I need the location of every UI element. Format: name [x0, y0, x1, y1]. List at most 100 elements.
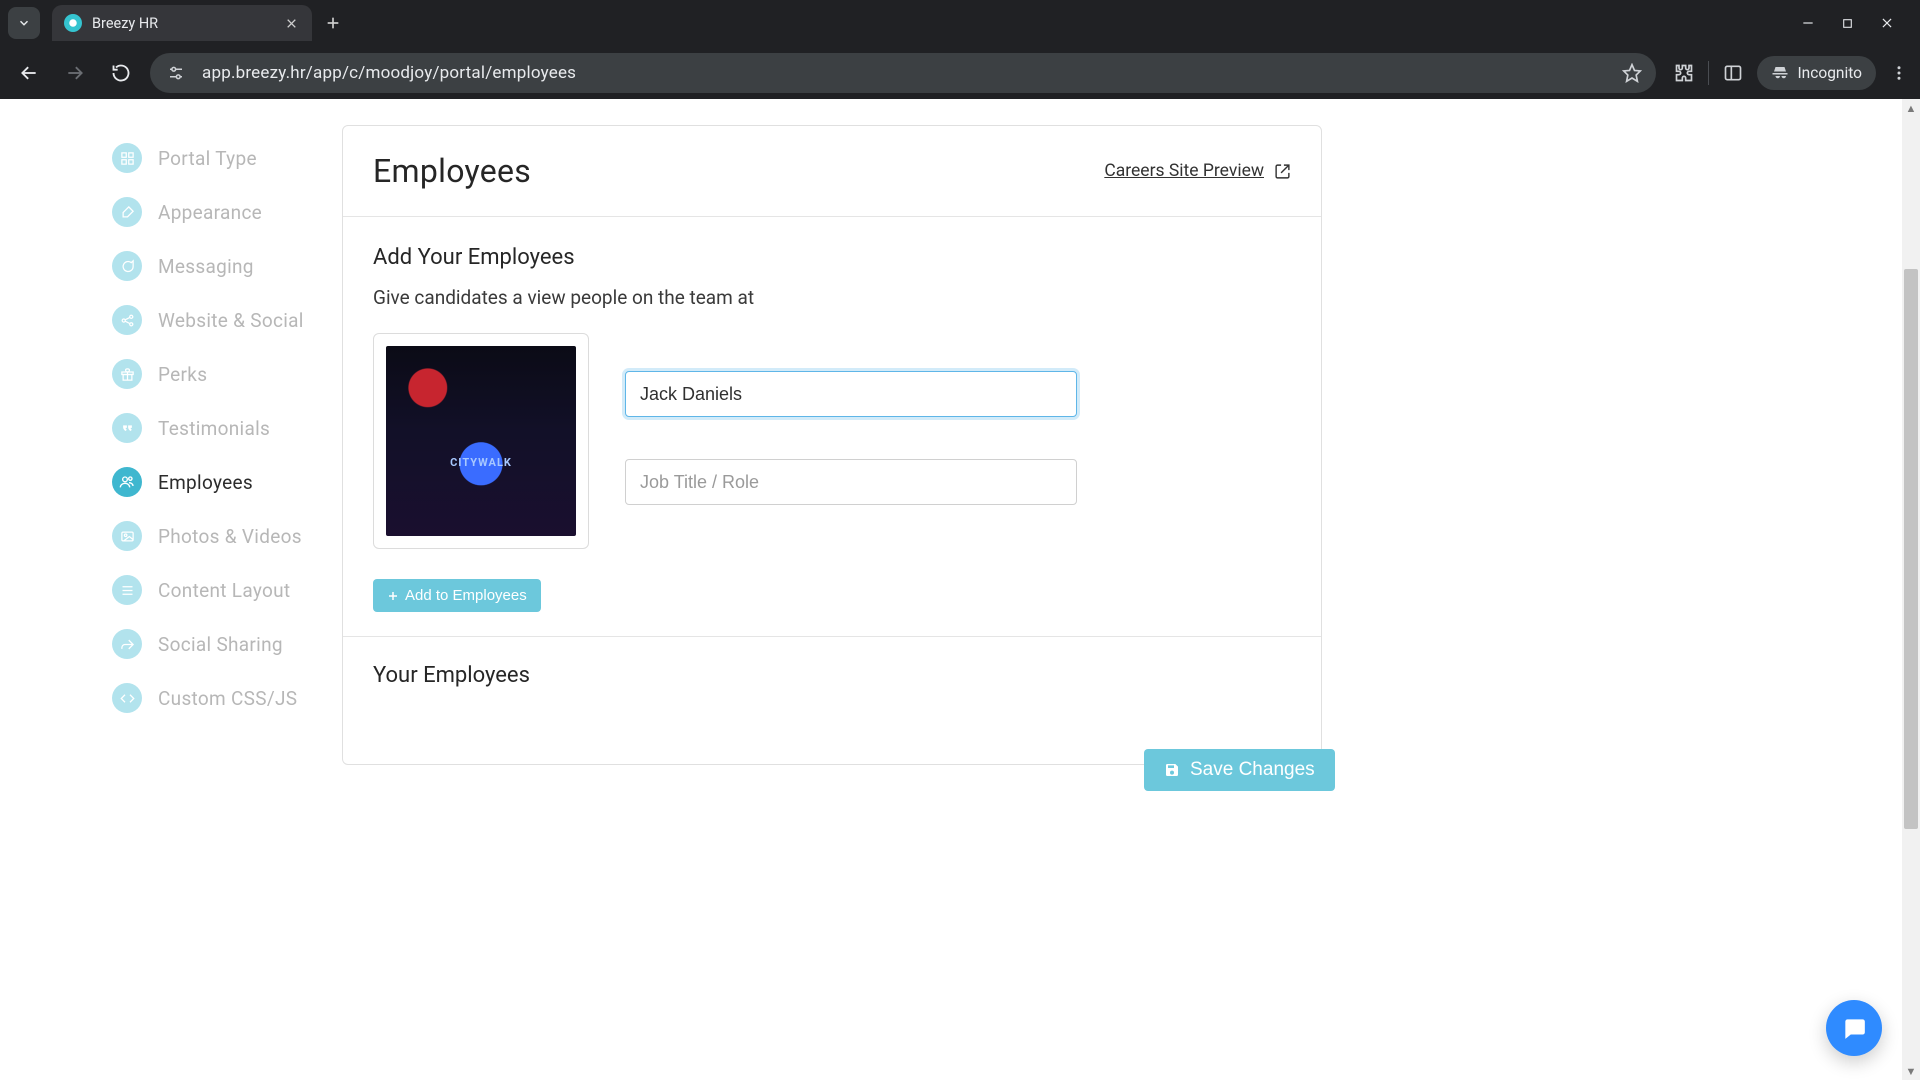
scroll-down-button[interactable]: ▼: [1902, 1062, 1920, 1080]
section-subheading: Give candidates a view people on the tea…: [373, 286, 1291, 309]
scroll-up-button[interactable]: ▲: [1902, 99, 1920, 117]
incognito-label: Incognito: [1797, 64, 1862, 82]
forward-button[interactable]: [58, 56, 92, 90]
sidebar-item-label: Testimonials: [158, 417, 270, 440]
tune-icon: [167, 64, 185, 82]
employee-photo-preview: [386, 346, 576, 536]
sidebar-item-appearance[interactable]: Appearance: [112, 185, 342, 239]
sidepanel-button[interactable]: [1723, 63, 1743, 83]
sidebar-item-testimonials[interactable]: Testimonials: [112, 401, 342, 455]
incognito-indicator[interactable]: Incognito: [1757, 56, 1876, 90]
sidebar-item-label: Website & Social: [158, 309, 304, 332]
incognito-icon: [1771, 64, 1789, 82]
page-title: Employees: [373, 152, 531, 190]
employee-name-input[interactable]: [625, 371, 1077, 417]
close-window-button[interactable]: [1880, 16, 1894, 30]
forward-icon: [112, 629, 142, 659]
plus-icon: [387, 590, 399, 602]
save-icon: [1164, 762, 1180, 778]
section-heading: Add Your Employees: [373, 245, 1291, 270]
close-icon: [285, 17, 298, 30]
puzzle-icon: [1674, 63, 1694, 83]
back-button[interactable]: [12, 56, 46, 90]
url-text: app.breezy.hr/app/c/moodjoy/portal/emplo…: [202, 63, 576, 83]
sidebar-item-photos-videos[interactable]: Photos & Videos: [112, 509, 342, 563]
your-employees-section: Your Employees: [343, 636, 1321, 764]
card-header: Employees Careers Site Preview: [343, 126, 1321, 217]
scrollbar[interactable]: ▲ ▼: [1902, 99, 1920, 1080]
arrow-right-icon: [65, 63, 85, 83]
settings-sidebar: Portal Type Appearance Messaging Website & …: [0, 125, 342, 765]
sidebar-item-label: Custom CSS/JS: [158, 687, 297, 710]
chat-icon: [1841, 1015, 1867, 1041]
bookmark-button[interactable]: [1622, 63, 1642, 83]
sidebar-item-custom-css-js[interactable]: Custom CSS/JS: [112, 671, 342, 725]
scroll-thumb[interactable]: [1904, 269, 1918, 829]
careers-preview-link[interactable]: Careers Site Preview: [1104, 161, 1291, 181]
tab-search-button[interactable]: [8, 7, 40, 39]
tab-title: Breezy HR: [92, 15, 158, 32]
window-controls: [1801, 16, 1912, 30]
arrow-left-icon: [19, 63, 39, 83]
reload-icon: [111, 63, 131, 83]
sidebar-item-label: Appearance: [158, 201, 262, 224]
people-icon: [112, 467, 142, 497]
sidebar-item-messaging[interactable]: Messaging: [112, 239, 342, 293]
code-icon: [112, 683, 142, 713]
sidebar-item-label: Employees: [158, 471, 253, 494]
sidebar-item-label: Perks: [158, 363, 207, 386]
share-icon: [112, 305, 142, 335]
employee-photo-upload[interactable]: [373, 333, 589, 549]
sidebar-item-website-social[interactable]: Website & Social: [112, 293, 342, 347]
maximize-icon: [1841, 17, 1854, 30]
new-tab-button[interactable]: [318, 8, 348, 38]
chevron-down-icon: [17, 16, 31, 30]
add-employee-section: Add Your Employees Give candidates a vie…: [343, 217, 1321, 636]
sidebar-item-label: Messaging: [158, 255, 254, 278]
employees-card: Employees Careers Site Preview Add Your …: [342, 125, 1322, 765]
employee-role-input[interactable]: [625, 459, 1077, 505]
browser-menu-button[interactable]: [1890, 64, 1908, 82]
layout-icon: [112, 575, 142, 605]
sidebar-item-employees[interactable]: Employees: [112, 455, 342, 509]
employee-form: [373, 333, 1291, 549]
add-to-employees-button[interactable]: Add to Employees: [373, 579, 541, 612]
tab-strip: Breezy HR: [0, 0, 1920, 46]
sidebar-item-label: Portal Type: [158, 147, 257, 170]
minimize-icon: [1801, 16, 1815, 30]
add-button-label: Add to Employees: [405, 587, 527, 604]
divider: [1708, 61, 1709, 85]
browser-chrome: Breezy HR: [0, 0, 1920, 99]
sidebar-item-label: Photos & Videos: [158, 525, 302, 548]
sidebar-item-social-sharing[interactable]: Social Sharing: [112, 617, 342, 671]
save-button-label: Save Changes: [1190, 759, 1315, 781]
close-icon: [1880, 16, 1894, 30]
extensions-button[interactable]: [1674, 63, 1694, 83]
photo-icon: [112, 521, 142, 551]
grid-icon: [112, 143, 142, 173]
minimize-button[interactable]: [1801, 16, 1815, 30]
sidebar-item-label: Social Sharing: [158, 633, 283, 656]
maximize-button[interactable]: [1841, 17, 1854, 30]
sidebar-item-content-layout[interactable]: Content Layout: [112, 563, 342, 617]
section-heading: Your Employees: [373, 663, 1291, 688]
favicon-icon: [64, 14, 82, 32]
chat-widget-button[interactable]: [1826, 1000, 1882, 1056]
gift-icon: [112, 359, 142, 389]
chat-icon: [112, 251, 142, 281]
browser-tab[interactable]: Breezy HR: [52, 5, 312, 41]
quote-icon: [112, 413, 142, 443]
sidebar-item-perks[interactable]: Perks: [112, 347, 342, 401]
close-tab-button[interactable]: [282, 14, 300, 32]
sidebar-item-portal-type[interactable]: Portal Type: [112, 131, 342, 185]
reload-button[interactable]: [104, 56, 138, 90]
more-vertical-icon: [1890, 64, 1908, 82]
star-icon: [1622, 63, 1642, 83]
preview-link-label: Careers Site Preview: [1104, 161, 1264, 181]
brush-icon: [112, 197, 142, 227]
page-viewport: Portal Type Appearance Messaging Website & …: [0, 99, 1920, 1080]
url-bar[interactable]: app.breezy.hr/app/c/moodjoy/portal/emplo…: [150, 53, 1656, 93]
external-link-icon: [1274, 163, 1291, 180]
save-changes-button[interactable]: Save Changes: [1144, 749, 1335, 791]
site-info-button[interactable]: [164, 61, 188, 85]
